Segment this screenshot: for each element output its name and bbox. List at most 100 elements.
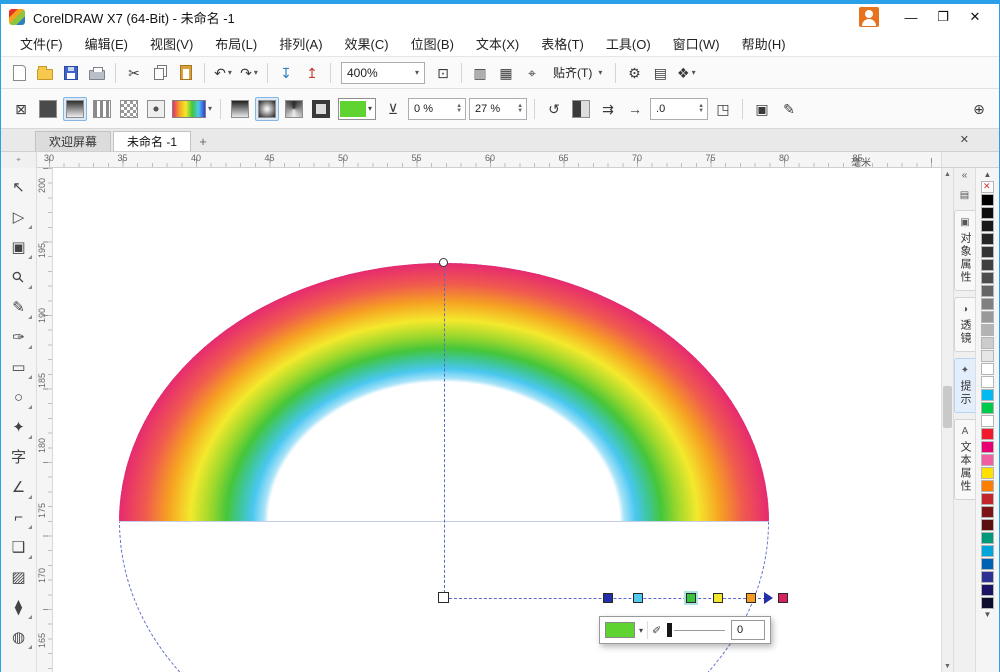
drop-shadow-tool[interactable]: ❑ [4,533,34,561]
palette-scroll-down-icon[interactable]: ▼ [984,610,992,620]
node-transparency-field[interactable]: 0 %▲▼ [408,98,466,120]
spinner-icon[interactable]: ▲▼ [698,104,704,114]
ruler-origin[interactable]: ⌖ [1,152,37,168]
palette-color-swatch[interactable] [981,480,994,492]
docker-tab-lens[interactable]: ◑透镜 [954,297,975,352]
palette-color-swatch[interactable] [981,272,994,284]
node-position-field[interactable]: 27 %▲▼ [469,98,527,120]
fill-width-field[interactable]: .0▲▼ [650,98,708,120]
palette-color-swatch[interactable] [981,441,994,453]
crop-tool[interactable]: ▣ [4,233,34,261]
palette-color-swatch[interactable] [981,454,994,466]
zoom-tool[interactable]: ⚲ [4,263,34,291]
menu-text[interactable]: 文本(X) [465,30,530,57]
chevron-down-icon[interactable]: ▾ [208,104,212,113]
arrow-icon-button[interactable]: → [623,97,647,121]
docker-tab-hints[interactable]: ✦提示 [954,358,975,413]
eyedropper-icon[interactable]: ✐ [652,624,661,637]
menu-effects[interactable]: 效果(C) [334,30,400,57]
copy-fill-button[interactable]: ▣ [750,97,774,121]
chevron-down-icon[interactable]: ▾ [228,68,232,77]
polygon-tool[interactable]: ✦ [4,413,34,441]
color-eyedropper-tool[interactable]: ⧫ [4,593,34,621]
edit-fill-button[interactable]: ✎ [777,97,801,121]
palette-color-swatch[interactable] [981,597,994,609]
palette-color-swatch[interactable] [981,363,994,375]
menu-table[interactable]: 表格(T) [530,30,595,57]
palette-color-swatch[interactable] [981,311,994,323]
palette-color-swatch[interactable] [981,324,994,336]
linear-fountain-fill-button[interactable] [228,97,252,121]
close-button[interactable]: ✕ [959,6,991,28]
slider-thumb[interactable] [667,623,672,637]
undo-button[interactable]: ↶▾ [211,61,235,85]
palette-color-swatch[interactable] [981,532,994,544]
uniform-fill-button[interactable] [36,97,60,121]
palette-color-swatch[interactable] [981,285,994,297]
minimize-button[interactable]: — [895,6,927,28]
palette-color-swatch[interactable] [981,207,994,219]
zoom-level-select[interactable]: 400%▾ [341,62,425,84]
popup-color-swatch[interactable] [605,622,635,638]
elliptical-fountain-fill-button[interactable] [255,97,279,121]
chevron-down-icon[interactable]: ▾ [254,68,258,77]
palette-color-swatch[interactable] [981,389,994,401]
show-rulers-button[interactable]: ▥ [468,61,492,85]
no-color-swatch[interactable] [981,181,994,193]
menu-help[interactable]: 帮助(H) [731,30,797,57]
reverse-fill-button[interactable]: ↺ [542,97,566,121]
palette-scroll-up-icon[interactable]: ▲ [984,170,992,180]
straight-line-connector-tool[interactable]: ⌐ [4,503,34,531]
vector-pattern-fill-button[interactable] [90,97,114,121]
docker-quick-customize-icon[interactable]: ▤ [960,190,969,204]
palette-color-swatch[interactable] [981,402,994,414]
shape-tool[interactable]: ▷ [4,203,34,231]
chevron-down-icon[interactable]: ▾ [415,68,419,77]
app-launcher-button[interactable]: ❖▾ [674,61,698,85]
scrollbar-thumb[interactable] [943,386,952,428]
chevron-down-icon[interactable]: ▾ [366,104,374,113]
cut-button[interactable]: ✂ [122,61,146,85]
menu-window[interactable]: 窗口(W) [662,30,731,57]
show-guidelines-button[interactable]: ⌖ [520,61,544,85]
palette-color-swatch[interactable] [981,259,994,271]
acceleration-button[interactable]: ⇉ [596,97,620,121]
conical-fountain-fill-button[interactable] [282,97,306,121]
docker-tab-text-properties[interactable]: A文本属性 [954,419,975,500]
free-scale-skew-button[interactable]: ◳ [711,97,735,121]
palette-color-swatch[interactable] [981,519,994,531]
no-fill-button[interactable]: ⊠ [9,97,33,121]
palette-color-swatch[interactable] [981,298,994,310]
menu-arrange[interactable]: 排列(A) [268,30,333,57]
rectangle-tool[interactable]: ▭ [4,353,34,381]
palette-color-swatch[interactable] [981,571,994,583]
two-color-pattern-fill-button[interactable] [144,97,168,121]
palette-color-swatch[interactable] [981,558,994,570]
parallel-dimension-tool[interactable]: ∠ [4,473,34,501]
menu-edit[interactable]: 编辑(E) [74,30,139,57]
snap-to-dropdown[interactable]: 贴齐(T)▾ [546,62,609,84]
show-grid-button[interactable]: ▦ [494,61,518,85]
palette-color-swatch[interactable] [981,467,994,479]
palette-color-swatch[interactable] [981,584,994,596]
text-tool[interactable]: 字 [4,443,34,471]
gradient-node-marker[interactable] [713,593,723,603]
close-document-icon[interactable]: ✕ [960,133,969,146]
popup-value-field[interactable]: 0 [731,620,765,640]
interactive-fill-tool[interactable]: ◍ [4,623,34,651]
gradient-node-marker[interactable] [686,593,696,603]
menu-layout[interactable]: 布局(L) [204,30,268,57]
pick-tool[interactable]: ↖ [4,173,34,201]
smooth-transition-button[interactable] [569,97,593,121]
drawing-canvas[interactable]: ▾ ✐ 0 [53,168,941,672]
redo-button[interactable]: ↷▾ [237,61,261,85]
full-screen-preview-button[interactable]: ⊡ [431,61,455,85]
paste-button[interactable] [174,61,198,85]
open-document-button[interactable] [33,61,57,85]
palette-color-swatch[interactable] [981,194,994,206]
tab-untitled-1[interactable]: 未命名 -1 [113,131,191,151]
palette-color-swatch[interactable] [981,493,994,505]
vertical-scrollbar[interactable]: ▲ ▼ [941,168,953,672]
gradient-node-marker[interactable] [633,593,643,603]
menu-view[interactable]: 视图(V) [139,30,204,57]
